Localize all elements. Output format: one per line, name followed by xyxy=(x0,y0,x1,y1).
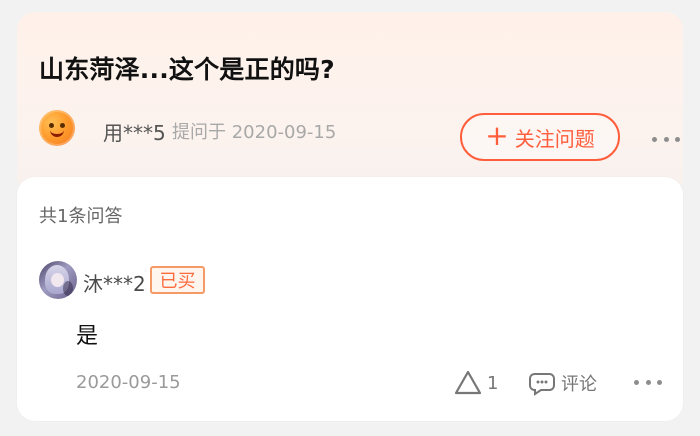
comment-icon xyxy=(528,369,556,397)
triangle-icon xyxy=(453,369,483,397)
asker-name[interactable]: 用***5 xyxy=(103,117,166,146)
question-meta: 提问于 2020-09-15 xyxy=(172,122,337,143)
answer-user-name[interactable]: 沐***2 xyxy=(83,268,146,297)
more-dot xyxy=(663,136,669,142)
answer-count: 共1条问答 xyxy=(39,206,123,227)
more-dot xyxy=(652,136,657,142)
more-dot xyxy=(634,379,639,385)
avatar-mouth xyxy=(50,127,64,137)
follow-question-label: 关注问题 xyxy=(514,126,595,151)
follow-question-button[interactable]: + 关注问题 xyxy=(460,113,620,161)
question-title: 山东菏泽...这个是正的吗? xyxy=(39,55,335,84)
question-card: 山东菏泽...这个是正的吗? 用***5 提问于 2020-09-15 + 关注… xyxy=(17,12,683,197)
like-button[interactable]: 1 xyxy=(453,368,505,398)
comment-label: 评论 xyxy=(561,374,597,395)
answer-card: 共1条问答 沐***2 已买 是 2020-09-15 1 评论 xyxy=(17,177,683,421)
more-dot xyxy=(657,379,662,385)
comment-button[interactable]: 评论 xyxy=(528,368,608,398)
more-icon[interactable] xyxy=(634,377,662,387)
avatar-shadow xyxy=(63,281,73,296)
bought-badge: 已买 xyxy=(150,266,205,294)
answer-date: 2020-09-15 xyxy=(76,372,181,393)
more-dot xyxy=(645,379,651,385)
answer-user-avatar[interactable] xyxy=(39,261,77,299)
like-count: 1 xyxy=(487,372,499,394)
answer-text: 是 xyxy=(76,324,99,349)
qa-page: 山东菏泽...这个是正的吗? 用***5 提问于 2020-09-15 + 关注… xyxy=(0,0,700,436)
avatar-face xyxy=(51,273,64,287)
asker-avatar[interactable] xyxy=(39,110,75,146)
plus-icon: + xyxy=(485,119,509,152)
more-icon[interactable] xyxy=(652,134,680,144)
more-dot xyxy=(675,136,680,142)
